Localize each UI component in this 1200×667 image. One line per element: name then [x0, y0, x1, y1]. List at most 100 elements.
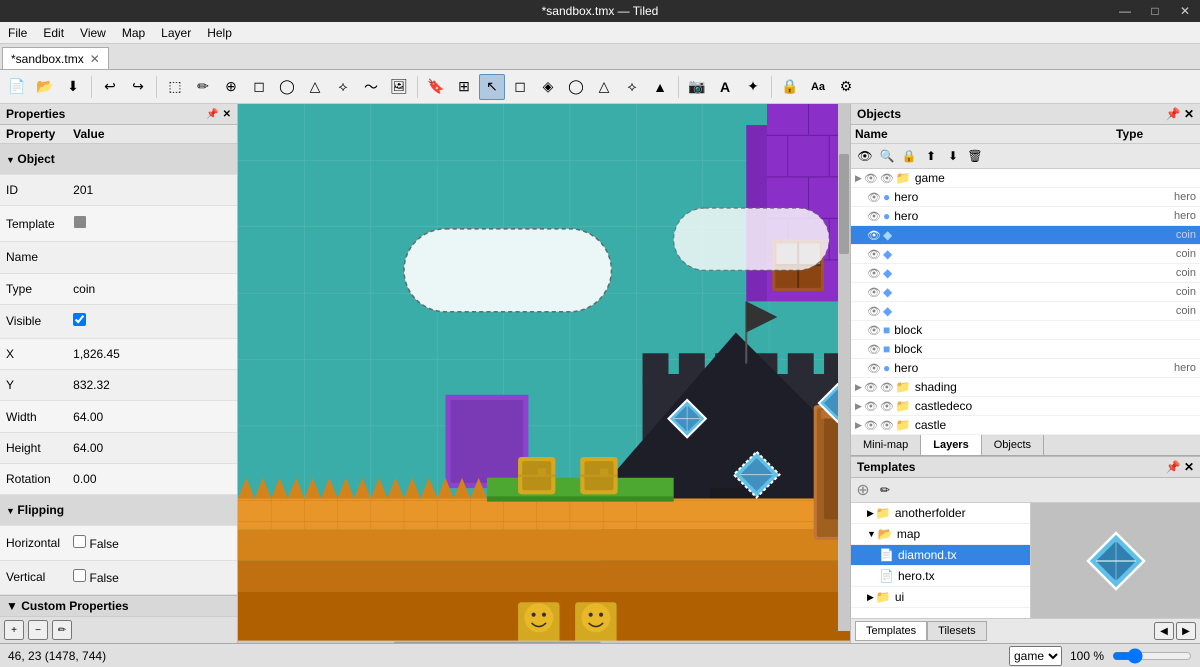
flipping-section-row[interactable]: Flipping — [0, 494, 237, 525]
settings-button[interactable]: ⚙ — [833, 74, 859, 100]
label-button[interactable]: Aa — [805, 74, 831, 100]
list-item[interactable]: 👁 ◆ coin — [851, 245, 1200, 264]
canvas-vscroll[interactable] — [838, 104, 850, 631]
vertical-checkbox[interactable] — [73, 569, 86, 582]
templates-edit-button[interactable]: ✏ — [875, 480, 895, 500]
close-button[interactable]: ✕ — [1170, 0, 1200, 22]
save-button[interactable]: ⬇ — [60, 74, 86, 100]
list-item[interactable]: ▶ 👁 👁 📁 castledeco — [851, 397, 1200, 416]
list-item[interactable]: ▶ 👁 👁 📁 game — [851, 169, 1200, 188]
edit-prop-button[interactable]: ✏ — [52, 620, 72, 640]
horizontal-checkbox[interactable] — [73, 535, 86, 548]
custom-properties-section[interactable]: ▼ Custom Properties — [0, 595, 237, 616]
list-item[interactable]: ▶ 👁 👁 📁 shading — [851, 378, 1200, 397]
templates-prev-button[interactable]: ◀ — [1154, 622, 1174, 640]
pointer-tool[interactable]: ↖ — [479, 74, 505, 100]
menu-help[interactable]: Help — [199, 22, 240, 43]
remove-prop-button[interactable]: − — [28, 620, 48, 640]
circle-tool[interactable]: ◯ — [563, 74, 589, 100]
mountain-tool[interactable]: ▲ — [647, 74, 673, 100]
polygon-tool[interactable]: △ — [302, 74, 328, 100]
triangle-tool[interactable]: △ — [591, 74, 617, 100]
list-item[interactable]: 👁 ● hero hero — [851, 207, 1200, 226]
open-button[interactable]: 📂 — [32, 74, 58, 100]
text-tool[interactable]: A — [712, 74, 738, 100]
tmpl-tab-tilesets[interactable]: Tilesets — [927, 621, 987, 641]
tab-layers[interactable]: Layers — [921, 435, 981, 455]
properties-pin-icon[interactable]: 📌 — [206, 109, 218, 120]
objects-pin-icon[interactable]: 📌 — [1166, 107, 1181, 121]
tmpl-tab-templates[interactable]: Templates — [855, 621, 927, 641]
ellipse-tool[interactable]: ◯ — [274, 74, 300, 100]
layer-select[interactable]: game — [1009, 646, 1062, 666]
prop-name-value[interactable] — [67, 242, 237, 273]
menu-map[interactable]: Map — [114, 22, 153, 43]
freehand-tool[interactable]: 〜 — [358, 74, 384, 100]
redo-button[interactable]: ↪ — [125, 74, 151, 100]
objects-lock-button[interactable]: 🔒 — [899, 146, 919, 166]
polyline-tool[interactable]: ⟡ — [330, 74, 356, 100]
tree-item[interactable]: ▼ 📂 map — [851, 524, 1030, 545]
templates-next-button[interactable]: ▶ — [1176, 622, 1196, 640]
template-tool[interactable]: ⊞ — [451, 74, 477, 100]
item-name: shading — [915, 380, 1196, 394]
fill-tool[interactable]: ◻ — [246, 74, 272, 100]
minimize-button[interactable]: — — [1110, 0, 1140, 22]
tab-minimap[interactable]: Mini-map — [851, 435, 921, 455]
menu-layer[interactable]: Layer — [153, 22, 199, 43]
prop-horizontal-value[interactable]: False — [67, 526, 237, 560]
camera-button[interactable]: 📷 — [684, 74, 710, 100]
tree-item[interactable]: 📄 hero.tx — [851, 566, 1030, 587]
prop-visible-value[interactable] — [67, 304, 237, 338]
list-item[interactable]: 👁 ■ block — [851, 340, 1200, 359]
list-item[interactable]: 👁 ◆ coin — [851, 283, 1200, 302]
undo-button[interactable]: ↩ — [97, 74, 123, 100]
menu-edit[interactable]: Edit — [35, 22, 72, 43]
properties-close-icon[interactable]: ✕ — [223, 109, 231, 120]
list-item[interactable]: ▶ 👁 👁 📁 castle — [851, 416, 1200, 435]
tab-sandbox[interactable]: *sandbox.tmx ✕ — [2, 47, 109, 69]
tree-item[interactable]: ▶ 📁 anotherfolder — [851, 503, 1030, 524]
tab-objects-right[interactable]: Objects — [982, 435, 1044, 455]
lock-button[interactable]: 🔒 — [777, 74, 803, 100]
objects-delete-button[interactable]: 🗑 — [965, 146, 985, 166]
objects-move-up-button[interactable]: ⬆ — [921, 146, 941, 166]
templates-tree[interactable]: ▶ 📁 anotherfolder ▼ 📂 map 📄 — [851, 503, 1031, 618]
templates-pin-icon[interactable]: 📌 — [1166, 460, 1181, 474]
maximize-button[interactable]: □ — [1140, 0, 1170, 22]
objects-search-button[interactable]: 🔍 — [877, 146, 897, 166]
new-button[interactable]: 📄 — [4, 74, 30, 100]
object-section-row[interactable]: Object — [0, 144, 237, 175]
objects-eye-button[interactable]: 👁 — [855, 146, 875, 166]
point-tool[interactable]: ◈ — [535, 74, 561, 100]
tree-item[interactable]: ▶ 📁 ui — [851, 587, 1030, 608]
list-item[interactable]: 👁 ◆ coin — [851, 226, 1200, 245]
objects-close-icon[interactable]: ✕ — [1184, 107, 1194, 121]
prop-vertical-value[interactable]: False — [67, 560, 237, 594]
visible-checkbox[interactable] — [73, 313, 86, 326]
menu-file[interactable]: File — [0, 22, 35, 43]
rect-select-tool[interactable]: ◻ — [507, 74, 533, 100]
templates-close-icon[interactable]: ✕ — [1184, 460, 1194, 474]
draw-tool[interactable]: ✏ — [190, 74, 216, 100]
objects-move-down-button[interactable]: ⬇ — [943, 146, 963, 166]
select-tool[interactable]: ⬚ — [162, 74, 188, 100]
add-prop-button[interactable]: + — [4, 620, 24, 640]
eraser-tool[interactable]: ⊕ — [218, 74, 244, 100]
star-button[interactable]: ✦ — [740, 74, 766, 100]
tab-close-button[interactable]: ✕ — [90, 52, 100, 66]
menu-view[interactable]: View — [72, 22, 114, 43]
insert-tile-tool[interactable]: 🔖 — [423, 74, 449, 100]
canvas-area[interactable] — [238, 104, 850, 643]
list-item[interactable]: 👁 ■ block — [851, 321, 1200, 340]
tree-item[interactable]: 📄 diamond.tx — [851, 545, 1030, 566]
list-item[interactable]: 👁 ● hero hero — [851, 359, 1200, 378]
templates-new-button[interactable]: ⊕ — [853, 480, 873, 500]
list-item[interactable]: 👁 ◆ coin — [851, 302, 1200, 321]
list-item[interactable]: 👁 ● hero hero — [851, 188, 1200, 207]
objects-list[interactable]: ▶ 👁 👁 📁 game 👁 ● hero hero — [851, 169, 1200, 435]
wave-tool[interactable]: ⟡ — [619, 74, 645, 100]
list-item[interactable]: 👁 ◆ coin — [851, 264, 1200, 283]
stamp-tool[interactable]: 🖼 — [386, 74, 412, 100]
zoom-slider[interactable] — [1112, 648, 1192, 664]
